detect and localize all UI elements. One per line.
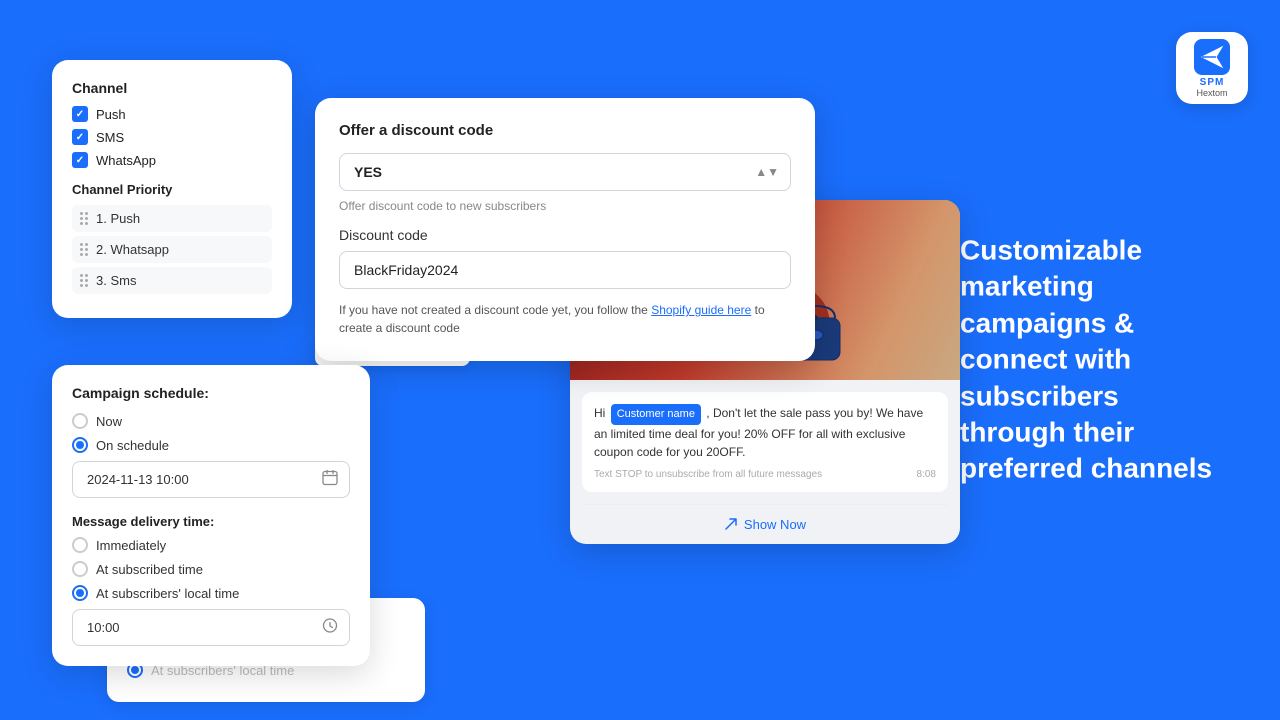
subscribed-time-radio[interactable] bbox=[72, 561, 88, 577]
push-label: Push bbox=[96, 107, 126, 122]
on-schedule-label: On schedule bbox=[96, 438, 169, 453]
show-now-label: Show Now bbox=[744, 517, 806, 532]
delivery-immediately[interactable]: Immediately bbox=[72, 537, 350, 553]
channel-card: Channel Push SMS WhatsApp Channel Priori… bbox=[52, 60, 292, 318]
schedule-now[interactable]: Now bbox=[72, 413, 350, 429]
wa-message-text: Hi Customer name , Don't let the sale pa… bbox=[594, 404, 936, 461]
local-time-radio[interactable] bbox=[72, 585, 88, 601]
priority-sms-label: Sms bbox=[110, 273, 136, 288]
whatsapp-checkbox[interactable] bbox=[72, 152, 88, 168]
calendar-icon bbox=[322, 469, 338, 490]
spm-brand: SPM bbox=[1200, 77, 1225, 88]
wa-footer: Text STOP to unsubscribe from all future… bbox=[594, 469, 936, 480]
priority-push[interactable]: 1. Push bbox=[72, 205, 272, 232]
discount-card: Offer a discount code YES NO ▲▼ Offer di… bbox=[315, 98, 815, 361]
priority-whatsapp-label: Whatsapp bbox=[110, 242, 169, 257]
sms-label: SMS bbox=[96, 130, 124, 145]
yes-no-select[interactable]: YES NO bbox=[339, 153, 791, 191]
subscribed-time-label: At subscribed time bbox=[96, 562, 203, 577]
date-input[interactable] bbox=[72, 461, 350, 498]
channel-whatsapp[interactable]: WhatsApp bbox=[72, 152, 272, 168]
priority-push-label: Push bbox=[110, 211, 140, 226]
delivery-label: Message delivery time: bbox=[72, 514, 350, 529]
push-checkbox[interactable] bbox=[72, 106, 88, 122]
sms-checkbox[interactable] bbox=[72, 129, 88, 145]
hero-text: Customizable marketing campaigns & conne… bbox=[960, 233, 1220, 488]
wa-message-box: Hi Customer name , Don't let the sale pa… bbox=[582, 392, 948, 492]
date-input-wrapper[interactable] bbox=[72, 461, 350, 498]
local-time-label: At subscribers' local time bbox=[96, 586, 239, 601]
time-input-wrapper[interactable] bbox=[72, 609, 350, 646]
priority-whatsapp[interactable]: 2. Whatsapp bbox=[72, 236, 272, 263]
wa-timestamp: 8:08 bbox=[917, 469, 936, 480]
delivery-local-time[interactable]: At subscribers' local time bbox=[72, 585, 350, 601]
now-label: Now bbox=[96, 414, 122, 429]
drag-dots-whatsapp bbox=[80, 243, 88, 256]
clock-icon bbox=[322, 617, 338, 638]
discount-code-input[interactable] bbox=[339, 251, 791, 289]
code-field-label: Discount code bbox=[339, 227, 791, 243]
hextom-label: Hextom bbox=[1196, 88, 1227, 98]
channel-priority-section: Channel Priority 1. Push 2. Whatsapp 3. … bbox=[72, 182, 272, 294]
schedule-card: Campaign schedule: Now On schedule Messa… bbox=[52, 365, 370, 666]
time-input[interactable] bbox=[72, 609, 350, 646]
channel-section-label: Channel bbox=[72, 80, 272, 96]
customer-name-tag: Customer name bbox=[611, 404, 701, 425]
channel-sms[interactable]: SMS bbox=[72, 129, 272, 145]
discount-hint: Offer discount code to new subscribers bbox=[339, 199, 791, 213]
plane-icon bbox=[1194, 39, 1230, 75]
priority-push-rank: 1. bbox=[96, 211, 107, 226]
shopify-guide-link[interactable]: Shopify guide here bbox=[651, 303, 751, 317]
priority-sms-rank: 3. bbox=[96, 273, 107, 288]
priority-sms[interactable]: 3. Sms bbox=[72, 267, 272, 294]
yes-no-select-wrapper[interactable]: YES NO ▲▼ bbox=[339, 153, 791, 191]
shopify-guide-text: If you have not created a discount code … bbox=[339, 301, 791, 337]
wa-stop-text: Text STOP to unsubscribe from all future… bbox=[594, 469, 822, 480]
schedule-on-schedule[interactable]: On schedule bbox=[72, 437, 350, 453]
spm-logo: SPM Hextom bbox=[1176, 32, 1248, 104]
whatsapp-label: WhatsApp bbox=[96, 153, 156, 168]
immediately-radio[interactable] bbox=[72, 537, 88, 553]
wa-hi: Hi bbox=[594, 406, 605, 420]
schedule-card-title: Campaign schedule: bbox=[72, 385, 350, 401]
immediately-label: Immediately bbox=[96, 538, 166, 553]
delivery-subscribed-time[interactable]: At subscribed time bbox=[72, 561, 350, 577]
drag-dots-sms bbox=[80, 274, 88, 287]
drag-dots-push bbox=[80, 212, 88, 225]
external-link-icon bbox=[724, 517, 738, 531]
show-now-button[interactable]: Show Now bbox=[570, 505, 960, 544]
channel-push[interactable]: Push bbox=[72, 106, 272, 122]
now-radio[interactable] bbox=[72, 413, 88, 429]
priority-whatsapp-rank: 2. bbox=[96, 242, 107, 257]
discount-card-title: Offer a discount code bbox=[339, 122, 791, 139]
on-schedule-radio[interactable] bbox=[72, 437, 88, 453]
priority-section-label: Channel Priority bbox=[72, 182, 272, 197]
